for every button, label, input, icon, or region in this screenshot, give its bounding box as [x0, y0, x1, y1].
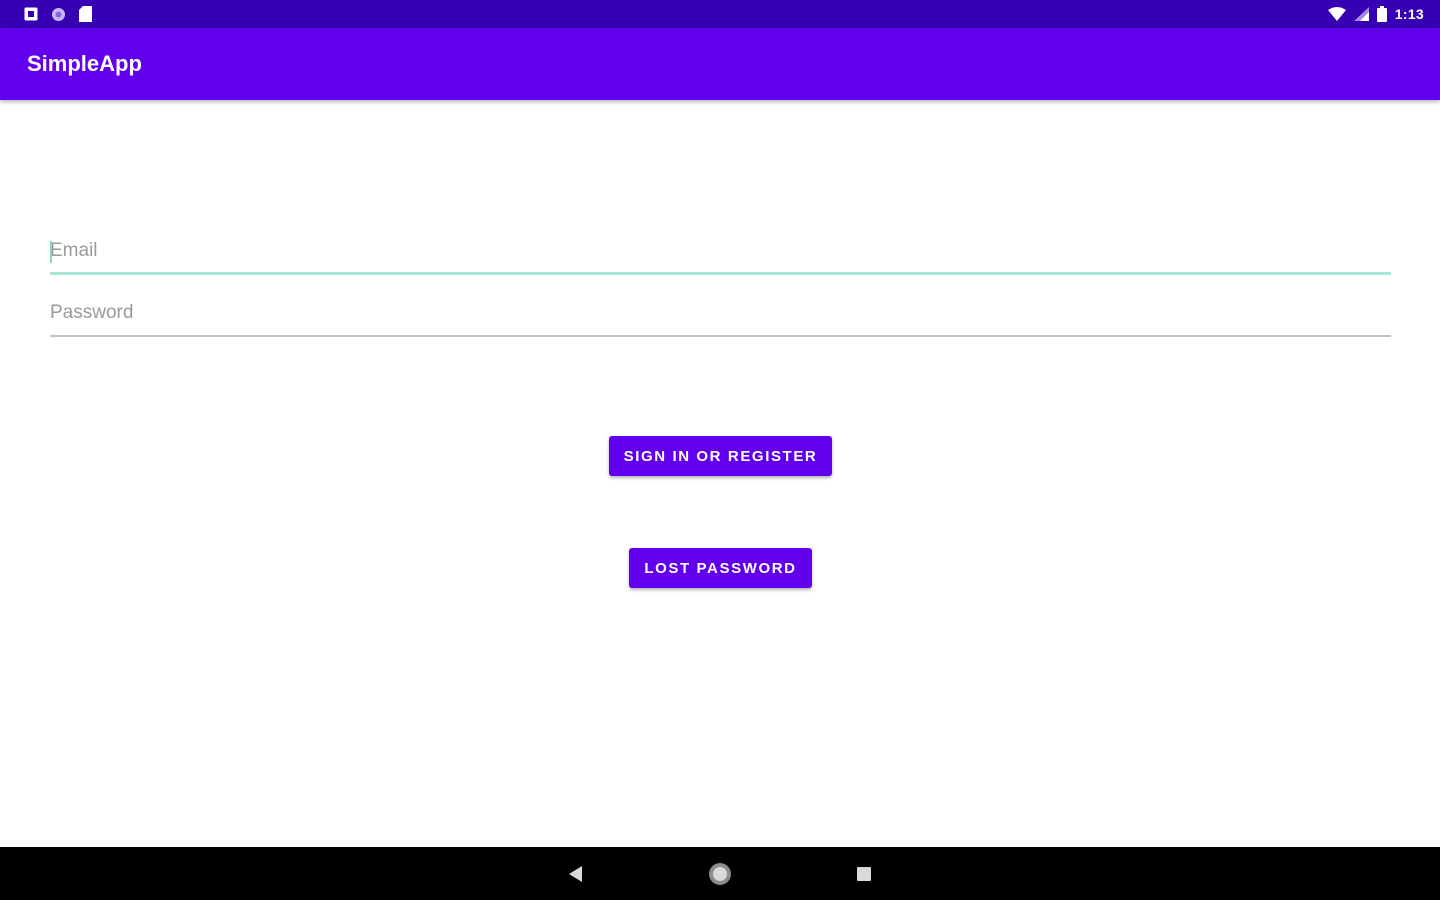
sd-card-icon [79, 6, 92, 22]
password-field-underline [50, 335, 1391, 337]
text-cursor [50, 241, 52, 263]
status-bar: 1:13 [0, 0, 1440, 28]
app-bar: SimpleApp [0, 28, 1440, 100]
email-field[interactable] [50, 231, 1391, 271]
lost-password-button[interactable]: LOST PASSWORD [629, 548, 812, 588]
email-field-container [50, 231, 1391, 275]
battery-icon [1376, 6, 1387, 22]
wifi-icon [1327, 7, 1346, 21]
sign-in-or-register-button[interactable]: SIGN IN OR REGISTER [609, 436, 832, 476]
app-screen: 1:13 SimpleApp SIGN IN OR REGISTER LOST … [0, 0, 1440, 900]
home-icon[interactable] [706, 860, 734, 888]
signal-icon [1353, 7, 1369, 21]
password-field-container [50, 293, 1391, 337]
back-icon[interactable] [562, 860, 590, 888]
status-right-icons: 1:13 [1320, 6, 1424, 22]
navigation-bar [0, 847, 1440, 900]
notification-icon [24, 7, 38, 21]
status-left-icons [24, 6, 105, 22]
status-time: 1:13 [1394, 6, 1424, 22]
login-form: SIGN IN OR REGISTER LOST PASSWORD [0, 100, 1440, 847]
password-field[interactable] [50, 293, 1391, 333]
app-title: SimpleApp [27, 51, 142, 76]
email-field-underline [50, 272, 1391, 275]
recents-icon[interactable] [850, 860, 878, 888]
sync-icon [51, 7, 66, 22]
